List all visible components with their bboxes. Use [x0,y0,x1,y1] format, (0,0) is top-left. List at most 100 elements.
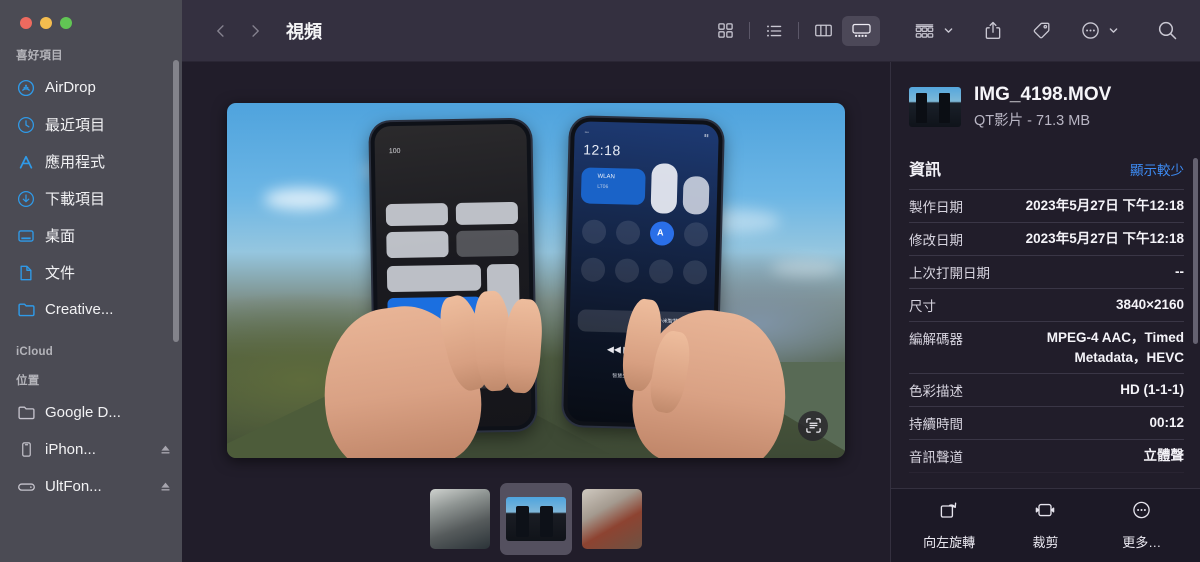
toolbar-divider [749,22,750,39]
info-row: 修改日期 2023年5月27日 下午12:18 [909,222,1184,255]
info-row: 編解碼器 MPEG-4 AAC，Timed Metadata，HEVC [909,321,1184,373]
search-button[interactable] [1153,14,1182,48]
rotate-left-icon [938,500,960,525]
info-row-value: 2023年5月27日 下午12:18 [1025,231,1184,246]
preview-image[interactable]: 100 ••• ▮▮ 12:18 WLAN LT06 A ◀◀ 智慧生活 [227,102,845,458]
rotate-left-button[interactable]: 向左旋轉 [908,500,990,551]
file-header: IMG_4198.MOV QT影片 - 71.3 MB [909,84,1184,130]
eject-icon[interactable] [159,480,172,493]
toolbar-divider [798,22,799,39]
sidebar-item-downloads[interactable]: 下載項目 [0,180,182,217]
column-view-button[interactable] [804,16,842,46]
info-row: 音訊聲道 立體聲 [909,439,1184,472]
file-name: IMG_4198.MOV [974,84,1112,105]
action-label: 更多… [1122,535,1162,550]
page-title: 視頻 [286,21,322,42]
recents-clock-icon [16,115,36,135]
icon-view-button[interactable] [706,16,744,46]
phone-clock: 12:18 [583,140,621,158]
sidebar-item-creative[interactable]: Creative... [0,291,182,328]
info-row-key: 上次打開日期 [909,266,990,281]
action-label: 裁剪 [1032,535,1059,550]
wifi-sub: LT06 [597,183,609,190]
preview-stage: 100 ••• ▮▮ 12:18 WLAN LT06 A ◀◀ 智慧生活 [182,62,890,480]
sidebar-item-airdrop[interactable]: AirDrop [0,69,182,106]
main-area: 視頻 100 ••• ▮▮ 12:18 WLAN LT06 A ◀◀ 智慧生活 … [182,0,1200,562]
sidebar-section-locations-title: 位置 [16,375,40,387]
sidebar-item-label: 文件 [45,265,76,282]
filmstrip-thumbnail-1[interactable] [430,489,490,549]
sidebar-item-applications[interactable]: 應用程式 [0,143,182,180]
sidebar-scrollbar[interactable] [173,60,179,342]
share-button[interactable] [980,14,1006,48]
info-row-value: 00:12 [1149,415,1184,431]
sidebar-item-google-drive[interactable]: Google D... [0,394,182,431]
info-row-clipped [909,472,1184,488]
info-scrollbar[interactable] [1193,158,1198,344]
info-row-value: HD (1-1-1) [1120,382,1184,398]
back-button[interactable] [204,14,238,48]
sidebar-item-label: 應用程式 [45,154,106,171]
info-row-value: -- [1175,264,1184,279]
sidebar-section-icloud-title: iCloud [16,346,53,358]
sidebar-item-documents[interactable]: 文件 [0,254,182,291]
info-row-value: 3840×2160 [1116,297,1184,312]
sidebar-item-iphone[interactable]: iPhon... [0,431,182,468]
info-scroll-area: IMG_4198.MOV QT影片 - 71.3 MB 資訊 顯示較少 製作日期… [891,62,1200,488]
info-row-key: 編解碼器 [909,332,963,347]
info-row: 尺寸 3840×2160 [909,288,1184,321]
info-section-header: 資訊 顯示較少 [909,156,1184,180]
filmstrip-thumbnail-2[interactable] [500,483,572,555]
view-mode-group [706,15,880,46]
forward-button[interactable] [238,14,272,48]
sidebar-item-desktop[interactable]: 桌面 [0,217,182,254]
more-actions-button[interactable]: 更多… [1101,500,1183,551]
downloads-icon [16,189,36,209]
sidebar-item-label: iPhon... [45,441,96,458]
status-right: ▮▮ [704,132,709,138]
sidebar-item-ultfone[interactable]: UltFon... [0,468,182,505]
action-label: 向左旋轉 [923,535,976,550]
external-drive-icon [16,477,36,497]
sidebar-item-label: 最近項目 [45,117,106,134]
info-action-bar: 向左旋轉 裁剪 更多… [891,488,1200,562]
minimize-button[interactable] [40,17,52,29]
status-left: ••• [584,128,589,135]
sidebar-item-label: 下載項目 [45,191,106,208]
show-less-link[interactable]: 顯示較少 [1130,159,1184,179]
toolbar: 視頻 [182,0,1200,62]
info-section-title: 資訊 [909,162,942,179]
sidebar-item-label: Google D... [45,404,121,421]
auto-badge: A [656,226,664,238]
applications-icon [16,152,36,172]
group-button[interactable] [910,14,958,48]
info-row-key: 修改日期 [909,233,963,248]
sidebar-section-favorites-title: 喜好項目 [16,50,63,62]
live-text-button[interactable] [798,410,828,441]
close-button[interactable] [20,17,32,29]
finder-window: 喜好項目 AirDrop 最近項目 應用程式 下載項目 桌面 文件 Creati… [0,0,1200,562]
eject-icon[interactable] [159,443,172,456]
filmstrip [182,480,890,562]
sidebar-item-label: Creative... [45,301,114,318]
sidebar-item-recents[interactable]: 最近項目 [0,106,182,143]
info-row: 製作日期 2023年5月27日 下午12:18 [909,189,1184,222]
tag-button[interactable] [1028,14,1055,48]
folder-icon [16,403,36,423]
zoom-button[interactable] [60,17,72,29]
trim-icon [1032,500,1058,525]
info-row: 上次打開日期 -- [909,255,1184,288]
more-circle-icon [1131,500,1152,525]
info-row-key: 色彩描述 [909,384,963,400]
documents-icon [16,263,36,283]
airdrop-icon [16,78,36,98]
desktop-icon [16,226,36,246]
info-row-key: 持續時間 [909,417,963,433]
sidebar-item-label: UltFon... [45,478,102,495]
gallery-view-button[interactable] [842,15,880,46]
list-view-button[interactable] [755,16,793,46]
file-thumbnail [909,87,961,127]
more-options-button[interactable] [1077,14,1123,48]
filmstrip-thumbnail-3[interactable] [582,489,642,549]
trim-button[interactable]: 裁剪 [1004,500,1086,551]
